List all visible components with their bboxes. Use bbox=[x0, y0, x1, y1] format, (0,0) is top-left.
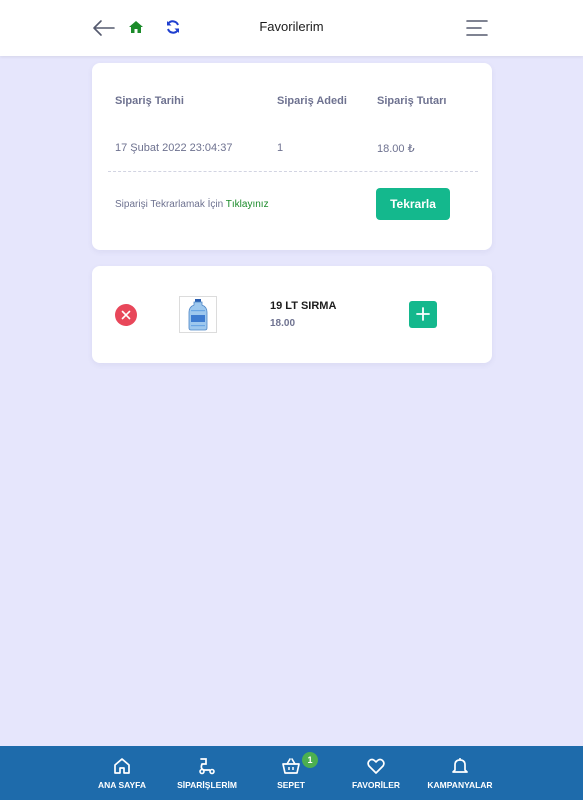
bottom-navigation: ANA SAYFA SİPARİŞLERİM SEPET FAVORİLER K… bbox=[0, 746, 583, 800]
repeat-order-text: Siparişi Tekrarlamak İçin bbox=[115, 199, 224, 210]
column-header-order-quantity: Sipariş Adedi bbox=[277, 95, 347, 107]
product-price: 18.00 bbox=[270, 318, 296, 329]
cart-count-badge: 1 bbox=[302, 752, 318, 768]
nav-item-home[interactable]: ANA SAYFA bbox=[92, 746, 152, 800]
order-amount: 18.00 ₺ bbox=[377, 143, 415, 155]
top-bar: Favorilerim bbox=[0, 0, 583, 56]
home-icon bbox=[114, 758, 130, 774]
product-name: 19 LT SIRMA bbox=[270, 300, 337, 312]
nav-label: FAVORİLER bbox=[351, 780, 400, 790]
divider bbox=[108, 171, 478, 172]
column-header-order-date: Sipariş Tarihi bbox=[115, 95, 184, 107]
heart-icon bbox=[367, 758, 385, 774]
scooter-icon bbox=[199, 758, 215, 775]
plus-icon bbox=[416, 307, 430, 321]
remove-favorite-button[interactable] bbox=[115, 304, 137, 326]
basket-icon bbox=[282, 758, 300, 774]
nav-item-favorites[interactable]: FAVORİLER bbox=[346, 746, 406, 800]
repeat-order-link[interactable]: Tıklayınız bbox=[226, 199, 269, 210]
water-bottle-icon bbox=[188, 299, 208, 331]
nav-item-campaigns[interactable]: KAMPANYALAR bbox=[423, 746, 497, 800]
nav-label: ANA SAYFA bbox=[97, 780, 147, 790]
nav-label: SİPARİŞLERİM bbox=[177, 780, 237, 790]
page-title: Favorilerim bbox=[259, 19, 324, 34]
nav-label: SEPET bbox=[277, 780, 305, 790]
nav-label: KAMPANYALAR bbox=[427, 780, 493, 790]
order-card bbox=[92, 63, 492, 250]
order-date: 17 Şubat 2022 23:04:37 bbox=[115, 142, 233, 154]
close-icon bbox=[121, 310, 131, 320]
nav-item-orders[interactable]: SİPARİŞLERİM bbox=[171, 746, 243, 800]
add-to-cart-button[interactable] bbox=[409, 301, 437, 328]
column-header-order-amount: Sipariş Tutarı bbox=[377, 95, 447, 107]
order-quantity: 1 bbox=[277, 142, 284, 154]
bell-icon bbox=[452, 758, 468, 773]
repeat-order-prompt: Siparişi Tekrarlamak İçin Tıklayınız bbox=[115, 199, 269, 210]
repeat-order-button[interactable]: Tekrarla bbox=[376, 188, 450, 220]
product-image bbox=[179, 296, 217, 333]
hamburger-menu-icon[interactable] bbox=[466, 19, 488, 37]
